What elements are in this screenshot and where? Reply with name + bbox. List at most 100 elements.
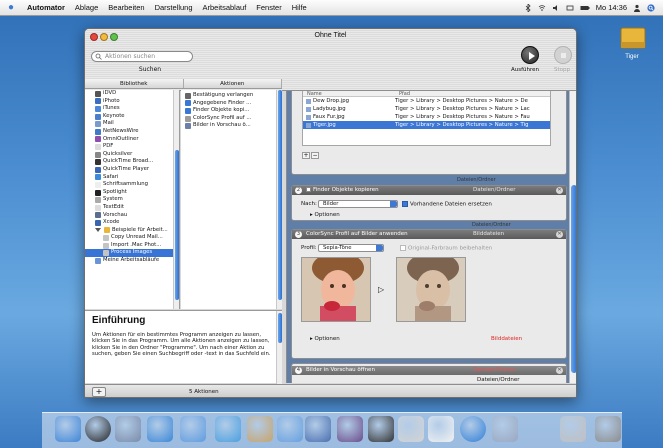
scroll-thumb[interactable] — [175, 150, 179, 300]
file-row[interactable]: Dew Drop.jpg Tiger > Library > Desktop Pi… — [303, 97, 550, 105]
menu-ablage[interactable]: Ablage — [70, 3, 103, 12]
actions-column-header[interactable]: Aktionen — [184, 79, 282, 88]
file-row[interactable]: Faux Fur.jpg Tiger > Library > Desktop Pi… — [303, 113, 550, 121]
library-item[interactable]: Copy Unread Mail... — [85, 234, 179, 242]
file-row[interactable]: Tiger.jpg Tiger > Library > Desktop Pictu… — [303, 121, 550, 129]
library-item[interactable]: Import .Mac Phot... — [85, 242, 179, 250]
ichat-icon[interactable] — [215, 416, 241, 442]
library-item[interactable]: Vorschau — [85, 212, 179, 220]
action-item[interactable]: Bestätigung verlangen — [181, 92, 282, 100]
options-disclosure[interactable]: ▸ Optionen — [310, 336, 340, 342]
disclosure-triangle-icon[interactable] — [95, 228, 101, 233]
idvd-icon[interactable] — [368, 416, 394, 442]
scroll-thumb[interactable] — [571, 185, 576, 373]
remove-file-button[interactable]: − — [311, 152, 319, 159]
library-column-header[interactable]: Bibliothek — [85, 79, 184, 88]
library-item[interactable]: iPhoto — [85, 98, 179, 106]
menu-bar: ● Automator Ablage Bearbeiten Darstellun… — [0, 0, 663, 16]
action-item[interactable]: ColorSync Profil auf ... — [181, 115, 282, 123]
library-item[interactable]: iTunes — [85, 105, 179, 113]
trash-icon[interactable] — [595, 416, 621, 442]
sync-icon[interactable] — [460, 416, 486, 442]
action-item[interactable]: Finder Objekte kopi... — [181, 107, 282, 115]
itunes-icon[interactable] — [277, 416, 303, 442]
add-button[interactable]: + — [92, 387, 106, 397]
imovie-icon[interactable] — [337, 416, 363, 442]
destination-popup[interactable]: Bilder — [318, 200, 398, 208]
library-item[interactable]: Schriftsammlung — [85, 181, 179, 189]
file-row[interactable]: Ladybug.jpg Tiger > Library > Desktop Pic… — [303, 105, 550, 113]
actions-scrollbar[interactable] — [276, 90, 282, 309]
menu-clock[interactable]: Mo 14:36 — [596, 3, 627, 12]
spotlight-icon[interactable] — [647, 3, 655, 12]
action-item[interactable]: Angegebene Finder ... — [181, 100, 282, 108]
apple-menu-icon[interactable]: ● — [0, 2, 22, 13]
run-button[interactable] — [521, 46, 539, 64]
library-item[interactable]: Quicksilver — [85, 151, 179, 159]
description-scrollbar[interactable] — [276, 311, 282, 384]
bluetooth-icon[interactable] — [524, 3, 532, 12]
library-item[interactable]: Safari — [85, 174, 179, 182]
safari-icon[interactable] — [147, 416, 173, 442]
library-item[interactable]: System — [85, 196, 179, 204]
scroll-thumb[interactable] — [278, 90, 282, 300]
garageband-icon[interactable] — [398, 416, 424, 442]
app-icon — [95, 174, 101, 181]
volume-icon[interactable] — [552, 4, 560, 12]
display-icon[interactable] — [566, 4, 574, 12]
automator-icon[interactable] — [115, 416, 141, 442]
workflow-scrollbar[interactable] — [569, 91, 576, 383]
system-preferences-icon[interactable] — [560, 416, 586, 442]
stop-button[interactable] — [554, 46, 572, 64]
ical-icon[interactable] — [428, 416, 454, 442]
menu-hilfe[interactable]: Hilfe — [287, 3, 312, 12]
library-item[interactable]: QuickTime Broad... — [85, 158, 179, 166]
user-icon[interactable] — [633, 4, 641, 12]
remove-action-button[interactable]: ✕ — [556, 187, 563, 194]
library-scrollbar[interactable] — [173, 90, 179, 309]
menu-arbeitsablauf[interactable]: Arbeitsablauf — [198, 3, 252, 12]
disable-checkbox[interactable] — [306, 187, 311, 192]
dashboard-icon[interactable] — [85, 416, 111, 442]
mail-icon[interactable] — [180, 416, 206, 442]
remove-action-button[interactable]: ✕ — [556, 367, 563, 374]
action-item[interactable]: Bilder in Vorschau ö... — [181, 122, 282, 130]
menu-darstellung[interactable]: Darstellung — [150, 3, 198, 12]
library-item[interactable]: NetNewsWire — [85, 128, 179, 136]
scroll-thumb[interactable] — [278, 313, 282, 343]
search-label: Suchen — [138, 66, 162, 73]
hard-disk-icon[interactable] — [618, 24, 648, 52]
name-column-header[interactable]: Name — [303, 91, 395, 97]
add-file-button[interactable]: + — [302, 152, 310, 159]
path-column-header[interactable]: Pfad — [395, 91, 410, 97]
library-item[interactable]: TextEdit — [85, 204, 179, 212]
library-item[interactable]: iDVD — [85, 90, 179, 98]
folder-icon — [95, 257, 101, 264]
library-item[interactable]: Spotlight — [85, 189, 179, 197]
finder-icon[interactable] — [55, 416, 81, 442]
library-item[interactable]: PDF — [85, 143, 179, 151]
options-disclosure[interactable]: ▸ Optionen — [310, 212, 340, 218]
iphoto-icon[interactable] — [305, 416, 331, 442]
library-item[interactable]: QuickTime Player — [85, 166, 179, 174]
library-item[interactable]: OmniOutliner — [85, 136, 179, 144]
menu-fenster[interactable]: Fenster — [251, 3, 286, 12]
menu-bearbeiten[interactable]: Bearbeiten — [103, 3, 149, 12]
remove-action-button[interactable]: ✕ — [556, 231, 563, 238]
library-item-my-workflows[interactable]: Meine Arbeitsabläufe — [85, 257, 179, 265]
replace-checkbox[interactable] — [402, 201, 408, 207]
library-item-selected[interactable]: Process Images — [85, 249, 179, 258]
search-input[interactable]: Aktionen suchen — [91, 51, 193, 62]
airport-icon[interactable] — [538, 4, 546, 12]
keep-colorspace-checkbox[interactable] — [400, 245, 406, 251]
library-group[interactable]: Beispiele für Arbeit... — [85, 227, 179, 235]
battery-icon[interactable] — [580, 4, 590, 12]
library-item[interactable]: Keynote — [85, 113, 179, 121]
library-item[interactable]: Mail — [85, 120, 179, 128]
address-book-icon[interactable] — [247, 416, 273, 442]
preview-icon[interactable] — [492, 416, 518, 442]
profile-popup[interactable]: Sepia-Töne — [318, 244, 384, 252]
action-io: Dateien/Ordner — [473, 367, 516, 373]
menu-app[interactable]: Automator — [22, 3, 70, 12]
library-item[interactable]: Xcode — [85, 219, 179, 227]
